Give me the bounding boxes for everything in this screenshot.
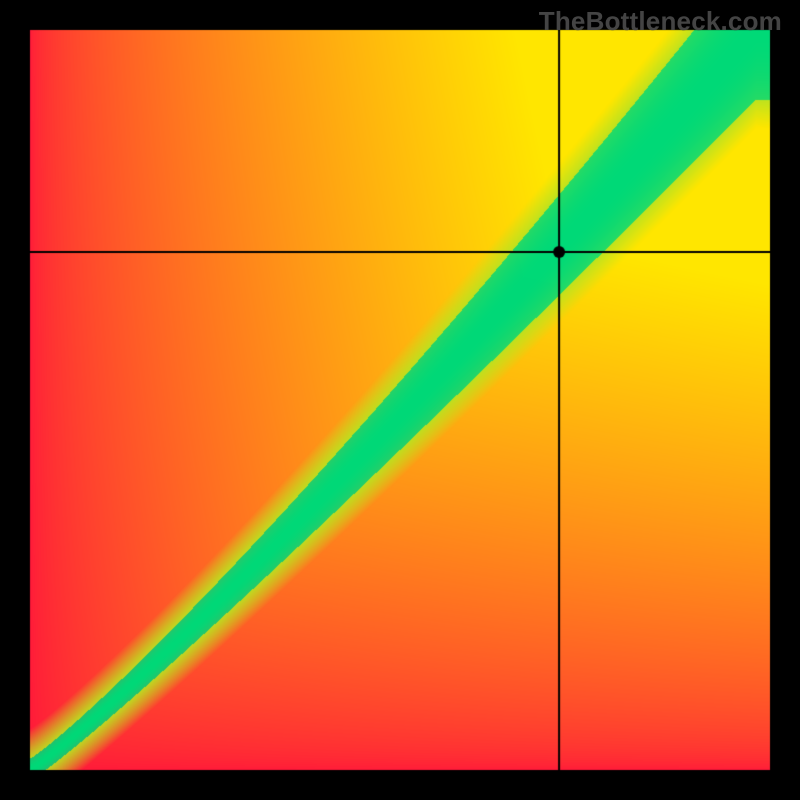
- watermark-text: TheBottleneck.com: [539, 6, 782, 37]
- chart-container: TheBottleneck.com: [0, 0, 800, 800]
- bottleneck-heatmap: [0, 0, 800, 800]
